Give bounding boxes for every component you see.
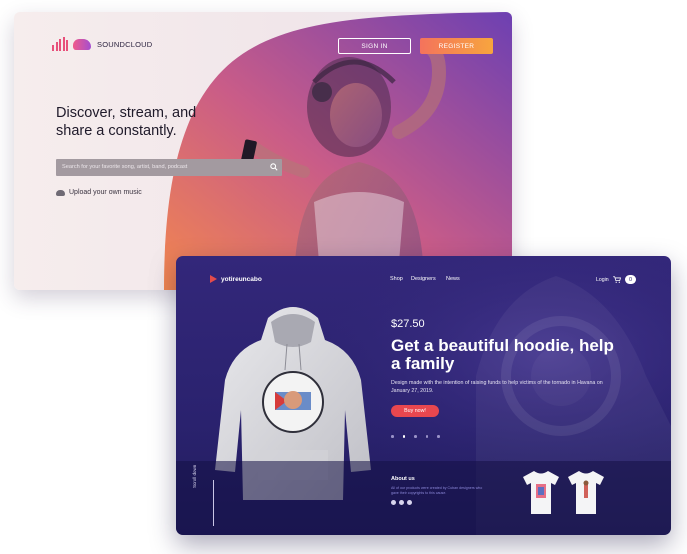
yotireuncabo-logo[interactable]: yotireuncabo xyxy=(210,275,262,283)
search-bar[interactable]: Search for your favorite song, artist, b… xyxy=(56,159,282,176)
carousel-dots xyxy=(391,435,440,438)
carousel-dot[interactable] xyxy=(414,435,417,438)
upload-cloud-icon xyxy=(56,189,65,196)
carousel-dot[interactable] xyxy=(425,435,428,438)
product-headline: Get a beautiful hoodie, help a family xyxy=(391,336,614,373)
tshirt-product-1[interactable] xyxy=(522,469,560,515)
yotireuncabo-landing-card: yotireuncabo Shop Designers News Login 0… xyxy=(176,256,671,535)
carousel-dot[interactable] xyxy=(437,435,440,438)
cart-icon[interactable] xyxy=(613,276,621,283)
instagram-icon[interactable] xyxy=(399,500,404,505)
login-link[interactable]: Login xyxy=(596,277,609,283)
brand-name: SOUNDCLOUD xyxy=(97,39,153,49)
play-icon xyxy=(210,275,217,283)
nav-designers[interactable]: Designers xyxy=(411,276,436,282)
logo-bars-icon xyxy=(52,37,68,51)
upload-link[interactable]: Upload your own music xyxy=(56,189,142,196)
nav-shop[interactable]: Shop xyxy=(390,276,403,282)
register-button[interactable]: REGISTER xyxy=(420,38,493,54)
carousel-dot[interactable] xyxy=(391,435,394,438)
about-us-text: All of our products were created by Cuba… xyxy=(391,486,483,495)
twitter-icon[interactable] xyxy=(407,500,412,505)
cloud-icon xyxy=(73,38,91,50)
product-price: $27.50 xyxy=(391,318,425,330)
social-links xyxy=(391,500,412,505)
scroll-line xyxy=(213,480,214,526)
search-input[interactable]: Search for your favorite song, artist, b… xyxy=(62,164,187,170)
upload-label: Upload your own music xyxy=(69,189,142,196)
carousel-dot-active[interactable] xyxy=(402,435,405,438)
nav-news[interactable]: News xyxy=(446,276,460,282)
soundcloud-logo[interactable]: SOUNDCLOUD xyxy=(52,37,152,51)
sign-in-button[interactable]: SIGN IN xyxy=(338,38,411,54)
scroll-down-label: Scroll down xyxy=(192,465,197,488)
soundcloud-landing-card: SOUNDCLOUD SIGN IN REGISTER Discover, st… xyxy=(14,12,512,290)
product-description: Design made with the intention of raisin… xyxy=(391,380,603,394)
hero-headline: Discover, stream, and share a constantly… xyxy=(56,105,197,139)
brand-name: yotireuncabo xyxy=(221,275,262,283)
search-icon[interactable] xyxy=(270,163,278,171)
cart-count-badge[interactable]: 0 xyxy=(625,275,636,284)
about-us-heading: About us xyxy=(391,476,415,482)
tshirt-product-2[interactable] xyxy=(567,469,605,515)
facebook-icon[interactable] xyxy=(391,500,396,505)
buy-now-button[interactable]: Buy now! xyxy=(391,405,439,417)
